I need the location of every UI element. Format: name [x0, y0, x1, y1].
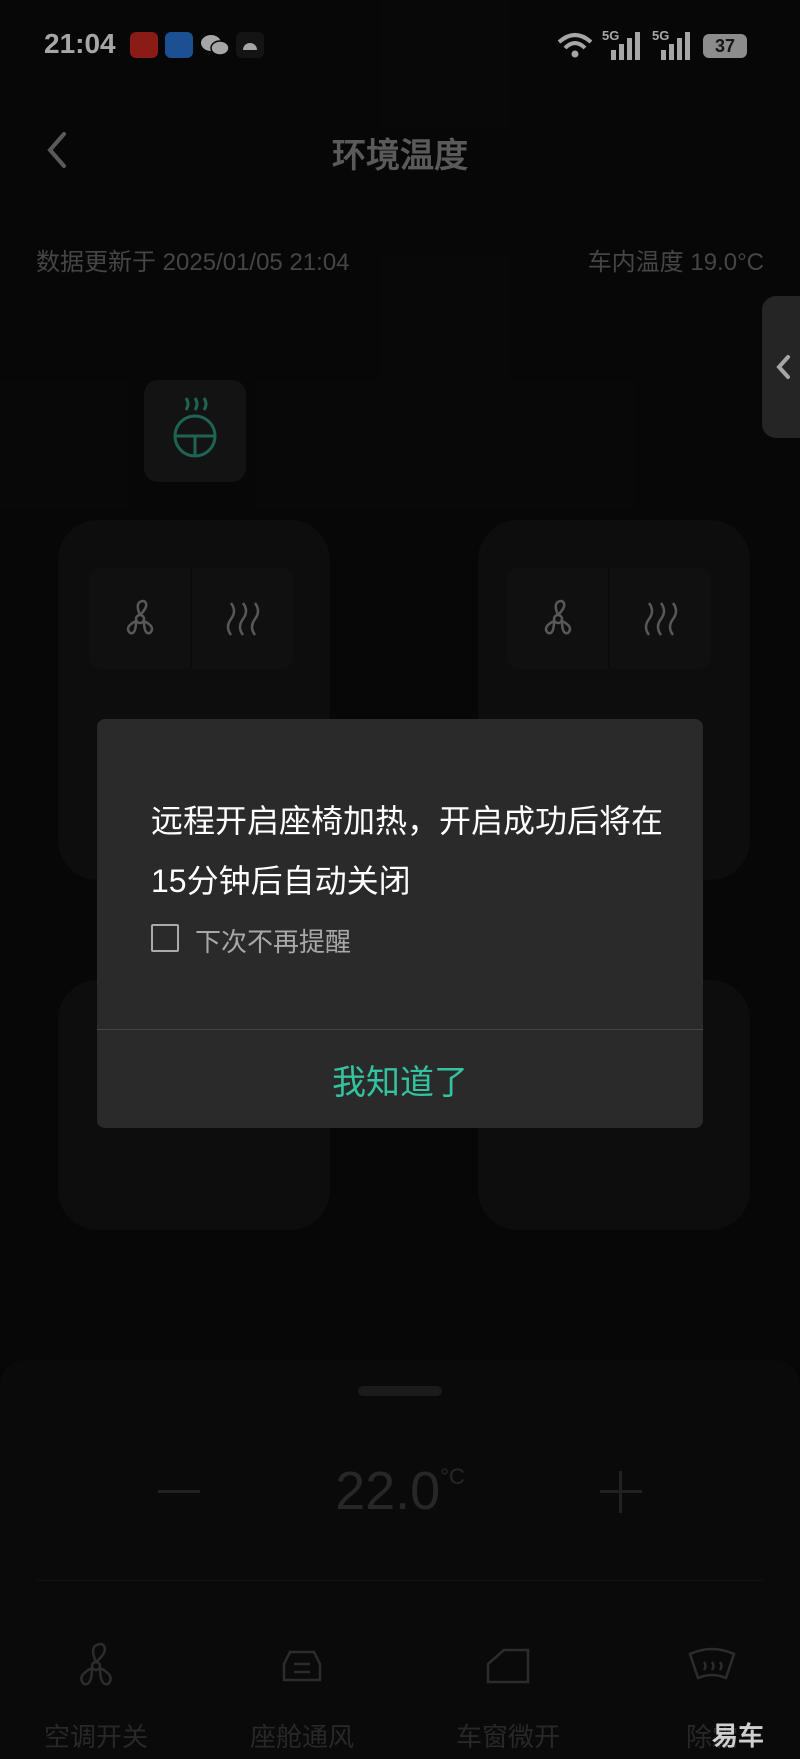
seat-heat-dialog: 远程开启座椅加热，开启成功后将在15分钟后自动关闭 下次不再提醒 我知道了	[97, 719, 703, 1128]
dont-remind-checkbox[interactable]	[151, 924, 179, 952]
dialog-message: 远程开启座椅加热，开启成功后将在15分钟后自动关闭	[151, 803, 664, 899]
watermark-logo: 易车	[712, 1721, 765, 1751]
dont-remind-label[interactable]: 下次不再提醒	[195, 922, 351, 959]
confirm-button[interactable]: 我知道了	[97, 1030, 703, 1128]
